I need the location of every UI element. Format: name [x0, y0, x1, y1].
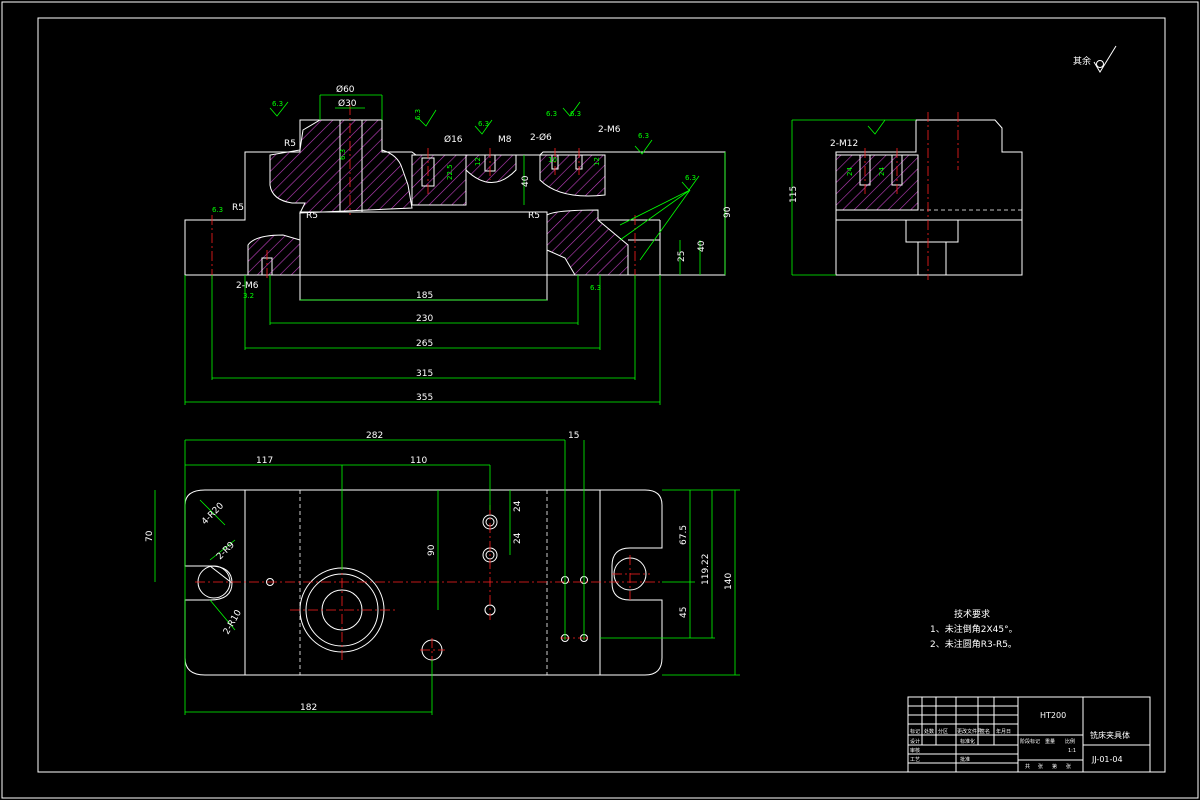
front-center-cavity [299, 211, 548, 301]
title-block: HT200 铣床夹具体 JJ-01-04 1:1 标记 处数 分区 更改文件号 … [907, 696, 1151, 773]
svg-text:标记: 标记 [910, 728, 920, 735]
dim-355: 355 [416, 393, 433, 403]
dim-45: 45 [679, 607, 689, 618]
dim-115: 115 [789, 186, 799, 203]
svg-text:6.3: 6.3 [212, 206, 223, 214]
dim-phi16: Ø16 [444, 134, 463, 145]
dim-24-side-b: 24 [878, 167, 886, 176]
dim-r5-a: R5 [284, 139, 296, 149]
dim-2-r9: 2-R9 [215, 540, 237, 562]
dim-182: 182 [300, 703, 317, 713]
dim-24-top-a: 24 [513, 500, 523, 512]
dim-r5-d: R5 [528, 211, 540, 221]
svg-text:重量: 重量 [1045, 738, 1055, 745]
drawing-name: 铣床夹具体 [1090, 730, 1130, 740]
dim-119-22: 119.22 [701, 554, 711, 586]
svg-text:处数: 处数 [924, 728, 934, 735]
svg-text:工艺: 工艺 [910, 757, 920, 763]
dim-140: 140 [724, 573, 734, 590]
svg-text:审核: 审核 [910, 747, 920, 754]
dim-90-top: 90 [427, 544, 437, 556]
dim-12-a: 12 [474, 157, 482, 166]
roughness-note: 其余 [1073, 57, 1092, 67]
outer-border [1, 1, 1199, 799]
svg-text:6.3: 6.3 [546, 110, 557, 118]
dim-r5-b: R5 [232, 203, 244, 213]
dim-2phi6: 2-Ø6 [530, 132, 552, 143]
section-hatch-2 [411, 154, 467, 206]
svg-text:张: 张 [1066, 763, 1071, 770]
svg-text:6.3: 6.3 [339, 149, 347, 160]
dim-90: 90 [723, 206, 733, 218]
scale-text: 1:1 [1068, 748, 1076, 754]
roughness-symbol-general [1093, 45, 1117, 73]
tech-req-title: 技术要求 [954, 610, 991, 620]
tech-req-line-1: 1、未注倒角2X45°。 [930, 625, 1018, 635]
top-outline [184, 489, 663, 676]
dim-70: 70 [145, 530, 155, 542]
dim-2-r10: 2-R10 [222, 608, 244, 636]
dim-m8: M8 [498, 135, 512, 145]
svg-text:分区: 分区 [938, 728, 948, 735]
svg-text:3.2: 3.2 [243, 292, 254, 300]
svg-text:更改文件号: 更改文件号 [957, 728, 982, 735]
dim-12-b: 12 [593, 157, 601, 166]
svg-text:标准化: 标准化 [960, 738, 975, 745]
dim-4-r20: 4-R20 [200, 501, 226, 527]
top-view: 282 15 117 110 70 4-R20 2-R9 2-R10 90 24… [145, 431, 740, 715]
svg-text:设计: 设计 [910, 738, 920, 745]
svg-text:签名: 签名 [980, 728, 990, 735]
dim-r5-c: R5 [306, 211, 318, 221]
dim-40-inner: 40 [521, 175, 531, 187]
svg-text:6.3: 6.3 [590, 284, 601, 292]
section-hatch-main [269, 119, 413, 214]
svg-text:比例: 比例 [1065, 738, 1075, 745]
dim-2m6-top: 2-M6 [598, 125, 621, 135]
dim-110: 110 [410, 456, 427, 466]
svg-text:6.3: 6.3 [272, 100, 283, 108]
dim-25: 25 [677, 251, 687, 262]
dim-2m6-bottom: 2-M6 [236, 281, 259, 291]
svg-text:第: 第 [1052, 763, 1057, 770]
dim-22-5: 22.5 [446, 164, 454, 180]
svg-text:年月日: 年月日 [996, 728, 1011, 735]
dim-265: 265 [416, 339, 433, 349]
front-view: Ø60 Ø30 R5 Ø16 M8 2-Ø6 2-M6 40 90 R5 R5 … [184, 84, 733, 405]
dim-2m12: 2-M12 [830, 139, 858, 149]
dim-24-side-a: 24 [846, 167, 854, 176]
dim-40-right: 40 [697, 240, 707, 252]
svg-text:张: 张 [1038, 763, 1043, 770]
dim-phi60: Ø60 [336, 84, 355, 95]
dim-15: 15 [568, 431, 579, 441]
svg-text:6.3: 6.3 [685, 174, 696, 182]
dim-67-5: 67.5 [679, 525, 689, 545]
svg-text:6.3: 6.3 [638, 132, 649, 140]
material-text: HT200 [1040, 711, 1066, 720]
drawing-number: JJ-01-04 [1091, 755, 1123, 764]
svg-text:共: 共 [1025, 763, 1030, 770]
dim-230: 230 [416, 314, 433, 324]
dim-185: 185 [416, 291, 433, 301]
dim-282: 282 [366, 431, 383, 441]
svg-text:阶段标记: 阶段标记 [1020, 738, 1040, 745]
section-hatch-6 [247, 234, 301, 276]
dim-phi30: Ø30 [338, 98, 357, 109]
drawing-canvas: Ø60 Ø30 R5 Ø16 M8 2-Ø6 2-M6 40 90 R5 R5 … [1, 1, 1199, 799]
tech-requirements: 技术要求 1、未注倒角2X45°。 2、未注圆角R3-R5。 [930, 608, 1018, 653]
tech-req-line-2: 2、未注圆角R3-R5。 [930, 640, 1017, 650]
dim-117: 117 [256, 456, 273, 466]
dim-24-top-b: 24 [513, 532, 523, 544]
dim-10: 10 [548, 156, 557, 164]
side-hatch [835, 154, 919, 211]
side-view: 115 2-M12 24 24 [789, 112, 1023, 280]
svg-text:批准: 批准 [960, 756, 970, 763]
dim-315: 315 [416, 369, 433, 379]
